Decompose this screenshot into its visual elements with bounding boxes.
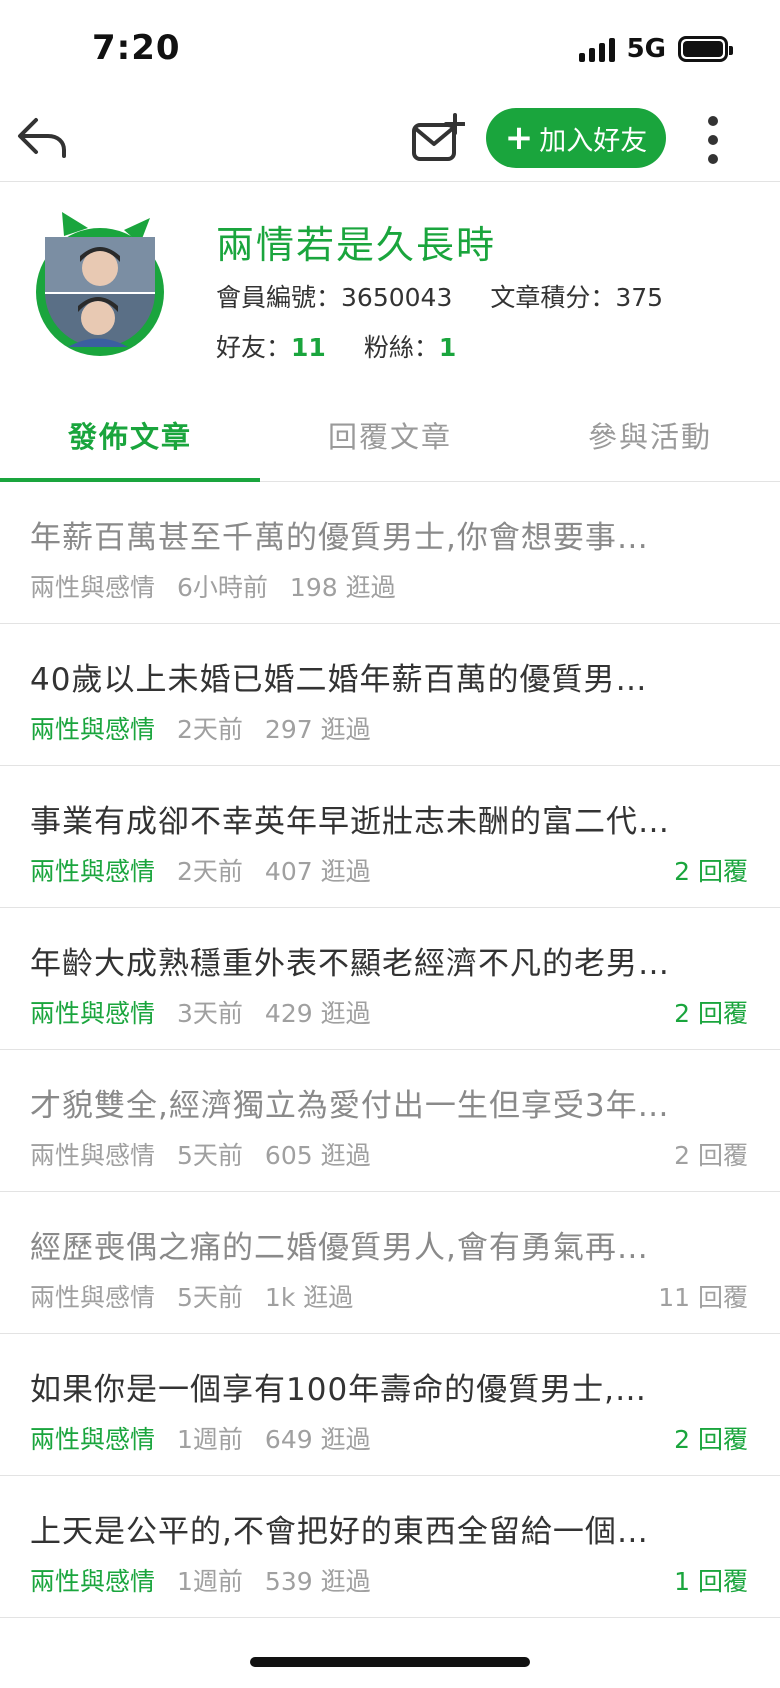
post-time: 1週前: [177, 1567, 243, 1596]
post-category[interactable]: 兩性與感情: [30, 1420, 155, 1456]
post-replies: 11 回覆: [658, 1283, 748, 1312]
mail-plus-icon: [412, 113, 465, 161]
post-meta: 兩性與感情 3天前 429 逛過: [30, 994, 371, 1030]
message-button[interactable]: [408, 108, 468, 168]
friends-count[interactable]: 11: [291, 333, 326, 362]
member-id-label: 會員編號：: [216, 283, 342, 312]
more-vertical-icon: [708, 116, 718, 126]
fans-count[interactable]: 1: [439, 333, 456, 362]
post-replies: 1 回覆: [674, 1567, 748, 1596]
post-title: 才貌雙全,經濟獨立為愛付出一生但享受3年…: [30, 1088, 670, 1124]
add-friend-label: 加入好友: [539, 125, 648, 157]
back-button[interactable]: [12, 108, 72, 168]
profile-stats-line-1: 會員編號：3650043 文章積分：375: [216, 278, 663, 314]
post-category[interactable]: 兩性與感情: [30, 568, 155, 604]
post-meta: 兩性與感情 2天前 407 逛過: [30, 852, 371, 888]
post-views: 297 逛過: [264, 715, 371, 744]
post-list: 年薪百萬甚至千萬的優質男士,你會想要事… 兩性與感情 6小時前 198 逛過 4…: [0, 482, 780, 1618]
avatar-cat-frame-icon: [36, 212, 164, 356]
list-item[interactable]: 如果你是一個享有100年壽命的優質男士,… 兩性與感情 1週前 649 逛過 2…: [0, 1334, 780, 1476]
post-time: 2天前: [177, 715, 243, 744]
fans-label: 粉絲：: [363, 333, 439, 362]
list-item[interactable]: 年齡大成熟穩重外表不顯老經濟不凡的老男… 兩性與感情 3天前 429 逛過 2 …: [0, 908, 780, 1050]
list-item[interactable]: 才貌雙全,經濟獨立為愛付出一生但享受3年… 兩性與感情 5天前 605 逛過 2…: [0, 1050, 780, 1192]
post-meta: 兩性與感情 6小時前 198 逛過: [30, 568, 396, 604]
post-title: 上天是公平的,不會把好的東西全留給一個…: [30, 1514, 649, 1550]
tab-published-posts[interactable]: 發佈文章: [0, 388, 260, 482]
post-views: 605 逛過: [264, 1141, 371, 1170]
post-category[interactable]: 兩性與感情: [30, 1278, 155, 1314]
post-meta: 兩性與感情 2天前 297 逛過: [30, 710, 371, 746]
profile-name: 兩情若是久長時: [216, 223, 497, 267]
post-meta: 兩性與感情 5天前 605 逛過: [30, 1136, 371, 1172]
list-item[interactable]: 年薪百萬甚至千萬的優質男士,你會想要事… 兩性與感情 6小時前 198 逛過: [0, 482, 780, 624]
post-category[interactable]: 兩性與感情: [30, 1136, 155, 1172]
status-bar: 7:20 5G: [0, 0, 780, 100]
post-title: 經歷喪偶之痛的二婚優質男人,會有勇氣再…: [30, 1230, 649, 1266]
list-item[interactable]: 40歲以上未婚已婚二婚年薪百萬的優質男… 兩性與感情 2天前 297 逛過: [0, 624, 780, 766]
profile-tabs: 發佈文章 回覆文章 參與活動: [0, 388, 780, 482]
post-replies: 2 回覆: [674, 857, 748, 886]
post-meta: 兩性與感情 5天前 1k 逛過: [30, 1278, 353, 1314]
home-indicator[interactable]: [250, 1657, 530, 1667]
post-replies: 2 回覆: [674, 1141, 748, 1170]
post-replies: 2 回覆: [674, 999, 748, 1028]
list-item[interactable]: 事業有成卻不幸英年早逝壯志未酬的富二代… 兩性與感情 2天前 407 逛過 2 …: [0, 766, 780, 908]
friends-label: 好友：: [216, 333, 292, 362]
score-label: 文章積分：: [490, 283, 616, 312]
profile-header: 兩情若是久長時 會員編號：3650043 文章積分：375 好友：11 粉絲：1: [0, 182, 780, 382]
list-item[interactable]: 經歷喪偶之痛的二婚優質男人,會有勇氣再… 兩性與感情 5天前 1k 逛過 11 …: [0, 1192, 780, 1334]
tab-events[interactable]: 參與活動: [520, 388, 780, 481]
post-title: 40歲以上未婚已婚二婚年薪百萬的優質男…: [30, 662, 648, 698]
post-title: 年薪百萬甚至千萬的優質男士,你會想要事…: [30, 520, 649, 556]
network-label: 5G: [626, 34, 666, 64]
post-time: 5天前: [177, 1283, 243, 1312]
more-options-button[interactable]: [698, 108, 728, 172]
post-category[interactable]: 兩性與感情: [30, 710, 155, 746]
post-title: 如果你是一個享有100年壽命的優質男士,…: [30, 1372, 648, 1408]
tab-replied-posts[interactable]: 回覆文章: [260, 388, 520, 481]
member-id: 3650043: [341, 283, 453, 312]
status-time: 7:20: [92, 28, 181, 68]
post-time: 3天前: [177, 999, 243, 1028]
post-views: 198 逛過: [289, 573, 396, 602]
post-title: 事業有成卻不幸英年早逝壯志未酬的富二代…: [30, 804, 670, 840]
post-category[interactable]: 兩性與感情: [30, 994, 155, 1030]
score-value: 375: [615, 283, 664, 312]
post-time: 6小時前: [177, 573, 268, 602]
status-indicators: 5G: [578, 34, 733, 64]
post-category[interactable]: 兩性與感情: [30, 852, 155, 888]
post-views: 1k 逛過: [264, 1283, 354, 1312]
post-meta: 兩性與感情 1週前 539 逛過: [30, 1562, 371, 1598]
post-meta: 兩性與感情 1週前 649 逛過: [30, 1420, 371, 1456]
post-time: 2天前: [177, 857, 243, 886]
post-replies: 2 回覆: [674, 1425, 748, 1454]
post-views: 429 逛過: [264, 999, 371, 1028]
signal-icon: [578, 36, 615, 62]
plus-icon: +: [504, 118, 534, 158]
post-views: 649 逛過: [264, 1425, 371, 1454]
battery-icon: [678, 36, 733, 62]
nav-bar: + 加入好友: [0, 100, 780, 182]
avatar[interactable]: [28, 210, 172, 360]
add-friend-button[interactable]: + 加入好友: [486, 108, 666, 168]
post-title: 年齡大成熟穩重外表不顯老經濟不凡的老男…: [30, 946, 670, 982]
profile-stats-line-2: 好友：11 粉絲：1: [216, 328, 456, 364]
post-time: 5天前: [177, 1141, 243, 1170]
back-arrow-icon: [18, 118, 66, 158]
list-item[interactable]: 上天是公平的,不會把好的東西全留給一個… 兩性與感情 1週前 539 逛過 1 …: [0, 1476, 780, 1618]
post-time: 1週前: [177, 1425, 243, 1454]
post-views: 539 逛過: [264, 1567, 371, 1596]
post-category[interactable]: 兩性與感情: [30, 1562, 155, 1598]
post-views: 407 逛過: [264, 857, 371, 886]
